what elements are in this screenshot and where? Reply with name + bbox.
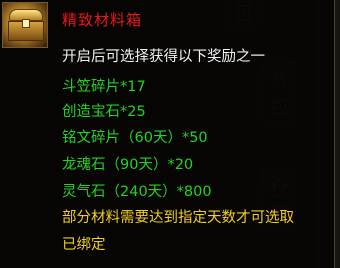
item-tooltip: 精致材料箱 开启后可选择获得以下奖励之一 斗笠碎片*17 创造宝石*25 铭文碎… (0, 0, 335, 268)
bound-status: 已绑定 (62, 237, 106, 253)
reward-option: 创造宝石*25 (62, 104, 146, 120)
requirement-note: 部分材料需要达到指定天数才可选取 (62, 210, 294, 226)
item-description: 开启后可选择获得以下奖励之一 (62, 49, 265, 65)
item-name: 精致材料箱 (62, 11, 143, 29)
game-screen: 包 背 包 仓 库 精致材料箱 开启后可选择获得以下奖励之一 斗笠碎片*17 创… (0, 0, 340, 268)
reward-option: 龙魂石（90天）*20 (62, 157, 194, 173)
reward-option: 铭文碎片（60天）*50 (62, 130, 208, 146)
treasure-chest-icon (2, 2, 48, 48)
reward-option: 斗笠碎片*17 (62, 79, 146, 95)
reward-option: 灵气石（240天）*800 (62, 184, 212, 200)
